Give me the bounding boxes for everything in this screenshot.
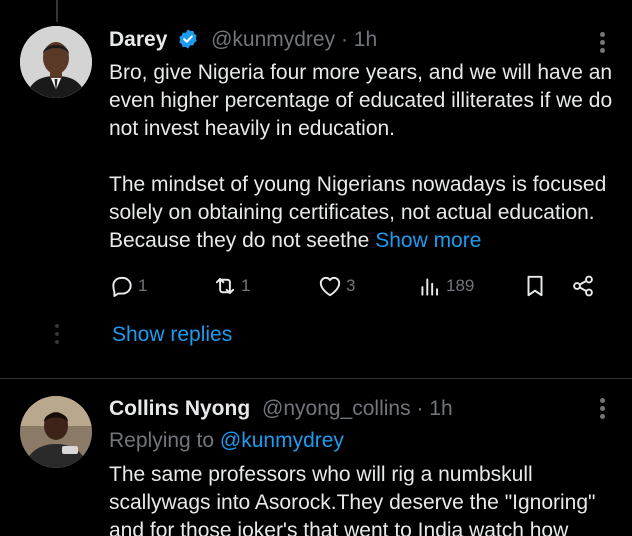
author-handle[interactable]: @kunmydrey	[211, 28, 335, 51]
avatar[interactable]	[20, 396, 92, 468]
replying-to-label: Replying to	[109, 429, 220, 452]
avatar-image	[20, 396, 92, 468]
reply-icon	[112, 276, 132, 297]
tweet-actions: 1 1 3 189	[109, 272, 599, 300]
like-count: 3	[346, 276, 356, 295]
more-icon[interactable]	[598, 398, 606, 422]
replying-to: Replying to @kunmydrey	[109, 429, 344, 453]
repost-button[interactable]: 1	[212, 272, 250, 300]
show-more-link[interactable]: Show more	[375, 229, 481, 252]
bookmark-icon	[527, 275, 543, 297]
separator-dot: ·	[416, 397, 424, 420]
author-name[interactable]: Darey	[109, 28, 167, 51]
tweet-text-paragraph-2: The mindset of young Nigerians nowadays …	[109, 171, 614, 255]
timestamp[interactable]: 1h	[429, 397, 452, 420]
views-count: 189	[446, 276, 475, 295]
verified-badge-icon	[179, 29, 197, 49]
repost-count: 1	[241, 276, 251, 295]
tweet-text: The same professors who will rig a numbs…	[109, 463, 596, 536]
reply-button[interactable]: 1	[109, 272, 147, 300]
thread-dots	[54, 324, 60, 348]
show-replies-link[interactable]: Show replies	[112, 323, 232, 347]
like-icon	[319, 276, 341, 297]
avatar-image	[20, 26, 92, 98]
author-handle[interactable]: @nyong_collins	[262, 397, 411, 420]
separator-dot: ·	[340, 28, 348, 51]
views-icon	[421, 278, 439, 296]
tweet-text-paragraph-2-content: The mindset of young Nigerians nowadays …	[109, 173, 607, 252]
views-button[interactable]: 189	[417, 272, 474, 300]
like-button[interactable]: 3	[317, 272, 355, 300]
tweet-text-paragraph-1: Bro, give Nigeria four more years, and w…	[109, 61, 613, 140]
share-button[interactable]	[570, 272, 596, 300]
tweet-header: Collins Nyong @nyong_collins · 1h	[109, 396, 453, 422]
repost-icon	[215, 277, 235, 295]
more-icon[interactable]	[598, 32, 606, 56]
tweet-header: Darey @kunmydrey · 1h	[109, 27, 377, 53]
reply-count: 1	[138, 276, 148, 295]
author-name[interactable]: Collins Nyong	[109, 397, 250, 420]
replying-to-handle[interactable]: @kunmydrey	[220, 429, 344, 452]
share-icon	[573, 275, 593, 297]
tweet-darey[interactable]: Darey @kunmydrey · 1h Bro, give Nigeria …	[0, 0, 632, 368]
avatar[interactable]	[20, 26, 92, 98]
bookmark-button[interactable]	[522, 272, 548, 300]
timestamp[interactable]: 1h	[354, 28, 377, 51]
